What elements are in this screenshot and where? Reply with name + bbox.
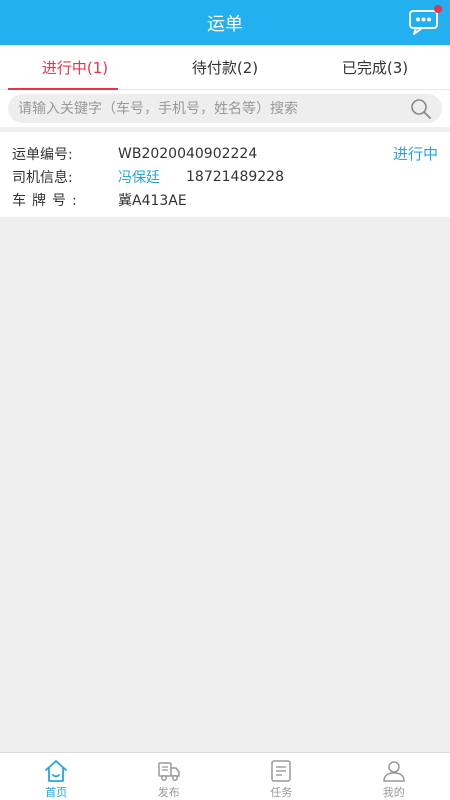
status-tabs: 进行中(1) 待付款(2) 已完成(3) [0, 45, 450, 90]
search-bar [0, 90, 450, 127]
truck-icon [158, 762, 180, 781]
app-header: 运单 [0, 0, 450, 45]
nav-tasks[interactable]: 任务 [225, 753, 338, 800]
plate-label: 车牌号: [12, 192, 83, 209]
driver-label: 司机信息: [12, 169, 73, 186]
user-icon [383, 761, 405, 782]
plate-number: 冀A413AE [118, 192, 187, 209]
nav-publish[interactable]: 发布 [113, 753, 226, 800]
nav-home-label: 首页 [45, 786, 68, 799]
chat-bubble-icon [409, 10, 438, 35]
search-icon[interactable] [410, 98, 432, 120]
page-title: 运单 [207, 13, 243, 35]
nav-tasks-label: 任务 [270, 786, 293, 799]
tab-in-progress[interactable]: 进行中(1) [0, 45, 150, 90]
nav-mine-label: 我的 [382, 786, 405, 799]
search-input[interactable] [18, 100, 410, 117]
order-number-row: 运单编号: WB2020040902224 进行中 [12, 142, 438, 165]
nav-mine[interactable]: 我的 [338, 753, 450, 800]
driver-row: 司机信息: 冯保廷 18721489228 [12, 165, 438, 188]
order-number-label: 运单编号: [12, 146, 73, 163]
tab-completed[interactable]: 已完成(3) [300, 45, 450, 89]
order-number: WB2020040902224 [118, 145, 258, 162]
nav-publish-label: 发布 [157, 786, 180, 799]
driver-phone: 18721489228 [186, 168, 284, 185]
home-icon [45, 760, 68, 782]
order-card[interactable]: 运单编号: WB2020040902224 进行中 司机信息: 冯保廷 1872… [0, 132, 450, 217]
task-icon [271, 760, 291, 782]
search-box [8, 94, 442, 123]
notification-dot [434, 5, 442, 13]
driver-name-link[interactable]: 冯保廷 [118, 167, 160, 187]
nav-home[interactable]: 首页 [0, 753, 113, 800]
message-button[interactable] [408, 5, 442, 37]
tab-pending-payment[interactable]: 待付款(2) [150, 45, 300, 89]
bottom-nav: 首页 发布 任务 我的 [0, 752, 450, 800]
plate-row: 车牌号: 冀A413AE [12, 188, 438, 211]
order-status: 进行中 [392, 145, 438, 163]
